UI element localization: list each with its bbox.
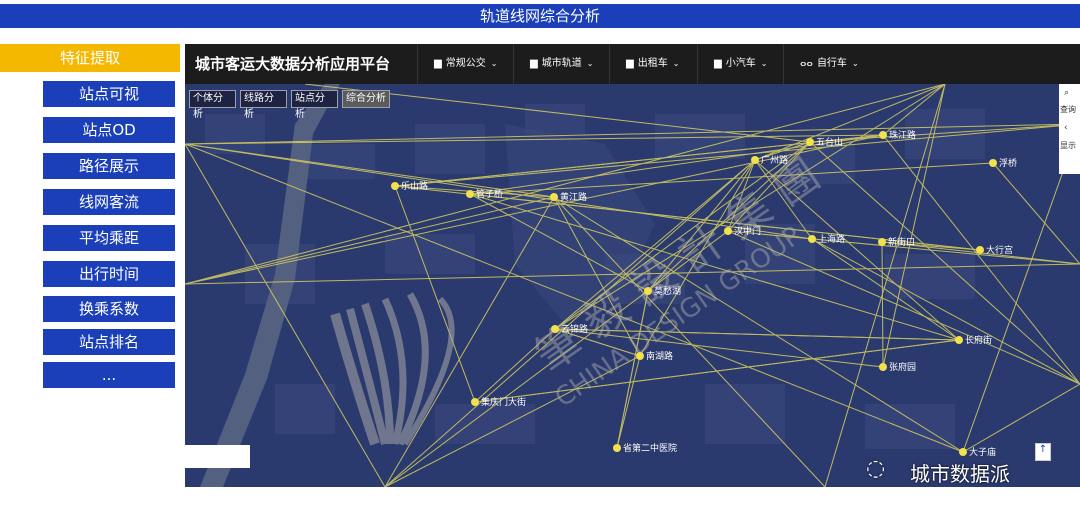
sidebar-item-average-distance[interactable]: 平均乘距 — [43, 225, 175, 251]
station-label: 珠江路 — [889, 129, 916, 141]
station-label: 大行宫 — [986, 244, 1013, 256]
station-label: 浮桥 — [999, 157, 1017, 169]
map-tool-panel — [1059, 84, 1080, 174]
station-label: 上海路 — [818, 233, 845, 245]
tab-comprehensive-analysis[interactable]: 综合分析 — [342, 90, 390, 108]
station-dot — [551, 325, 559, 333]
station-label: 汉中门 — [734, 225, 761, 237]
station-dot — [989, 159, 997, 167]
station-dot — [879, 131, 887, 139]
wechat-icon: ◌ — [866, 456, 886, 481]
station-marker[interactable]: 省第二中医院 — [613, 442, 677, 454]
sidebar-item-transfer-coefficient[interactable]: 换乘系数 — [43, 296, 175, 322]
station-dot — [976, 246, 984, 254]
sidebar-item-station-od[interactable]: 站点OD — [43, 117, 175, 143]
tab-line-analysis[interactable]: 线路分析 — [240, 90, 287, 120]
station-label: 张府园 — [889, 361, 916, 373]
station-label: 管子桥 — [476, 188, 503, 200]
nav-bus[interactable]: ▆ 常规公交 ⌄ — [417, 44, 508, 84]
station-dot — [613, 444, 621, 452]
station-dot — [955, 336, 963, 344]
chevron-left-icon[interactable]: ‹ — [1064, 123, 1068, 133]
chevron-down-icon: ⌄ — [851, 59, 859, 68]
page-title-banner: 轨道线网综合分析 — [0, 4, 1080, 28]
station-label: 云锦路 — [561, 323, 588, 335]
nav-car[interactable]: ▆ 小汽车 ⌄ — [697, 44, 781, 84]
station-dot — [806, 138, 814, 146]
station-dot — [959, 448, 967, 456]
station-label: 广州路 — [761, 154, 788, 166]
station-label: 五台山 — [816, 136, 843, 148]
station-dot — [391, 182, 399, 190]
station-label: 南湖路 — [646, 350, 673, 362]
station-dot — [636, 352, 644, 360]
app-title: 城市客运大数据分析应用平台 — [195, 55, 391, 73]
route-map[interactable]: 筆 毅 設 計 集 團 CHINA DESIGN GROUP 乐山路管子桥 黄江路… — [185, 84, 1080, 487]
app-header: 城市客运大数据分析应用平台 ▆ 常规公交 ⌄ ▆ 城市轨道 ⌄ ▆ 出租车 ⌄ ▆ 小汽车 ⌄ … — [185, 44, 1080, 84]
station-dot — [878, 238, 886, 246]
display-tool-label[interactable]: 显示 — [1060, 140, 1076, 151]
station-label: 莫愁湖 — [654, 285, 681, 297]
scroll-up-icon[interactable]: ↑ — [1035, 443, 1051, 461]
sidebar-item-more[interactable]: ... — [43, 362, 175, 388]
chevron-down-icon: ⌄ — [490, 59, 498, 68]
station-dot — [644, 287, 652, 295]
search-icon[interactable]: ⌕ — [1064, 88, 1069, 98]
chevron-down-icon: ⌄ — [586, 59, 594, 68]
station-dot — [879, 363, 887, 371]
nav-taxi[interactable]: ▆ 出租车 ⌄ — [609, 44, 692, 84]
station-label: 省第二中医院 — [623, 442, 677, 454]
station-dot — [466, 190, 474, 198]
nav-bike[interactable]: ⴰⴰ 自行车 ⌄ — [783, 44, 869, 84]
station-label: 乐山路 — [401, 180, 428, 192]
station-dot — [808, 235, 816, 243]
nav-metro[interactable]: ▆ 城市轨道 ⌄ — [513, 44, 604, 84]
bus-icon: ▆ — [434, 58, 442, 69]
sidebar-item-network-flow[interactable]: 线网客流 — [43, 189, 175, 215]
feature-extraction-header: 特征提取 — [0, 44, 180, 72]
sidebar-item-station-visual[interactable]: 站点可视 — [43, 81, 175, 107]
station-dot — [751, 156, 759, 164]
blank-panel — [185, 445, 250, 468]
sidebar-item-travel-time[interactable]: 出行时间 — [43, 261, 175, 287]
taxi-icon: ▆ — [626, 58, 634, 69]
station-label: 长府街 — [965, 334, 992, 346]
bike-icon: ⴰⴰ — [800, 58, 813, 69]
station-label: 集庆门大街 — [481, 396, 526, 408]
app-window: 城市客运大数据分析应用平台 ▆ 常规公交 ⌄ ▆ 城市轨道 ⌄ ▆ 出租车 ⌄ ▆ 小汽车 ⌄ … — [185, 44, 1080, 487]
station-label: 新街口 — [888, 236, 915, 248]
station-dot — [471, 398, 479, 406]
tab-individual-analysis[interactable]: 个体分析 — [189, 90, 236, 120]
tab-station-analysis[interactable]: 站点分析 — [291, 90, 338, 120]
chevron-down-icon: ⌄ — [760, 59, 768, 68]
sidebar-item-route-display[interactable]: 路径展示 — [43, 153, 175, 179]
metro-icon: ▆ — [530, 58, 538, 69]
station-label: 黄江路 — [560, 191, 587, 203]
sidebar-item-station-ranking[interactable]: 站点排名 — [43, 329, 175, 355]
query-tool-label[interactable]: 查询 — [1060, 104, 1076, 115]
station-dot — [724, 227, 732, 235]
car-icon: ▆ — [714, 58, 722, 69]
station-label: 大子庙 — [969, 446, 996, 458]
chevron-down-icon: ⌄ — [672, 59, 680, 68]
credit-text: 城市数据派 — [910, 462, 1010, 486]
station-dot — [550, 193, 558, 201]
